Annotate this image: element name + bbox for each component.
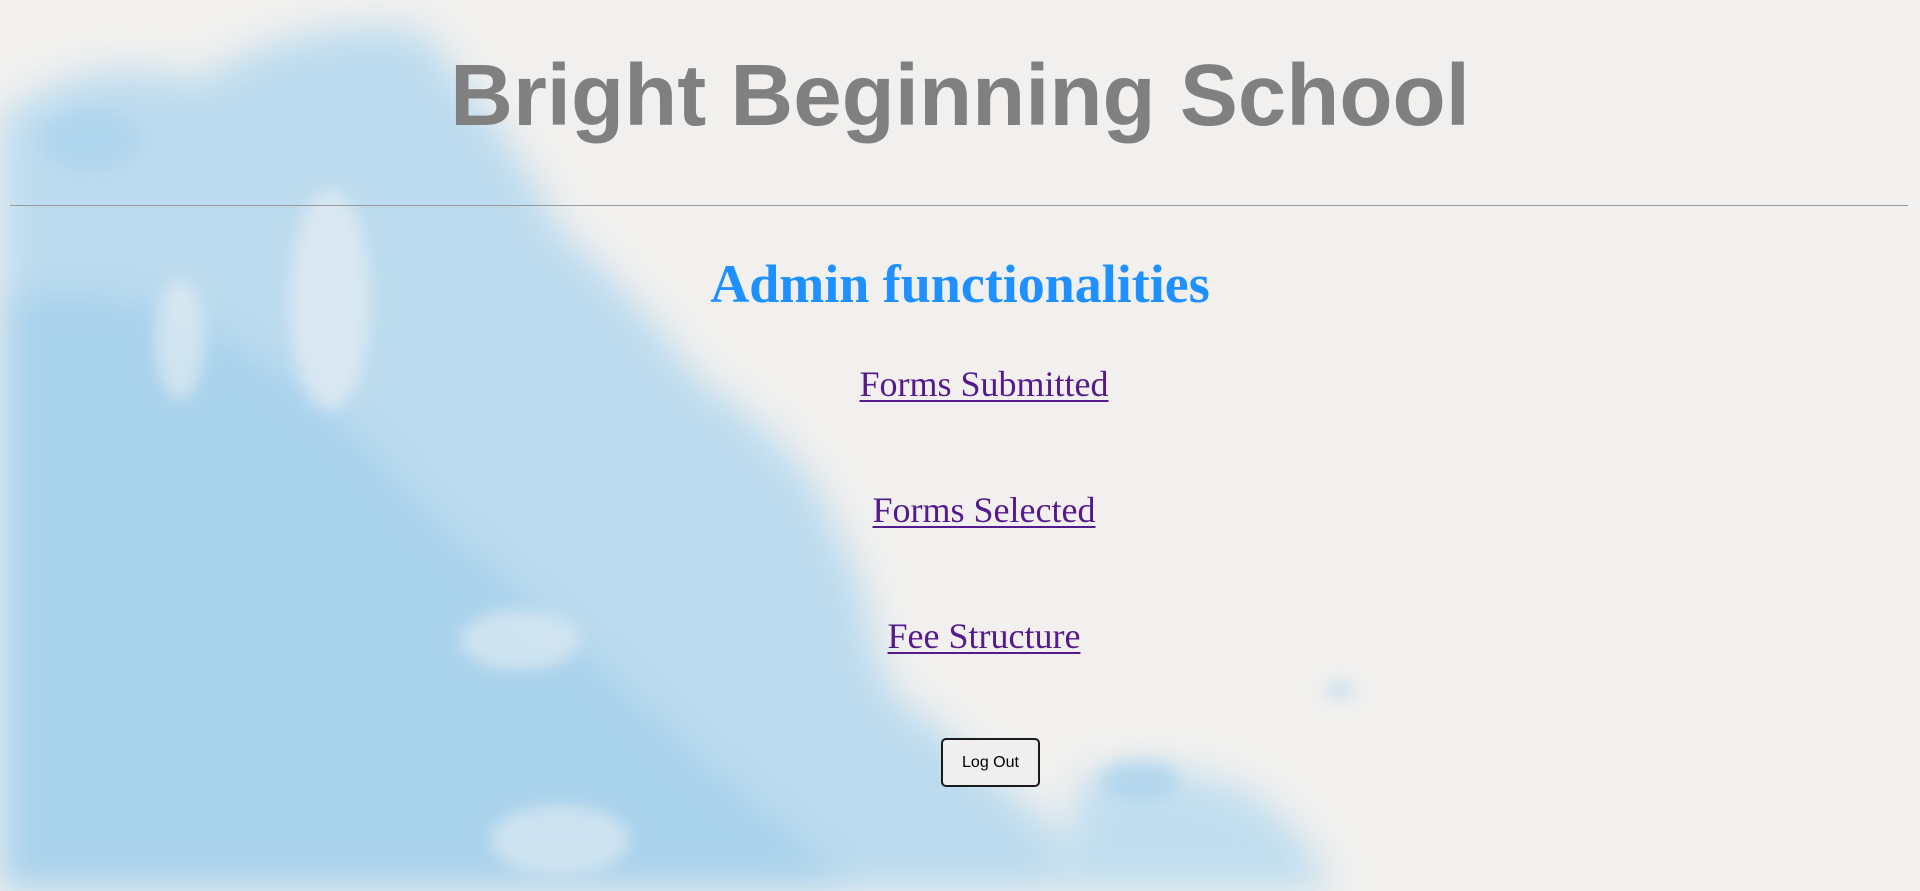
logout-container: Log Out [941,738,1040,787]
logout-button[interactable]: Log Out [941,738,1040,787]
forms-selected-link-row: Forms Selected [0,488,1920,532]
forms-submitted-link-row: Forms Submitted [0,362,1920,406]
forms-submitted-link[interactable]: Forms Submitted [859,364,1108,404]
fee-structure-link-row: Fee Structure [0,614,1920,658]
forms-selected-link[interactable]: Forms Selected [873,490,1096,530]
header-divider [10,205,1908,206]
admin-heading: Admin functionalities [710,254,1210,314]
site-title: Bright Beginning School [450,47,1470,144]
page-content: Bright Beginning School Admin functional… [0,0,1920,891]
fee-structure-link[interactable]: Fee Structure [888,616,1081,656]
